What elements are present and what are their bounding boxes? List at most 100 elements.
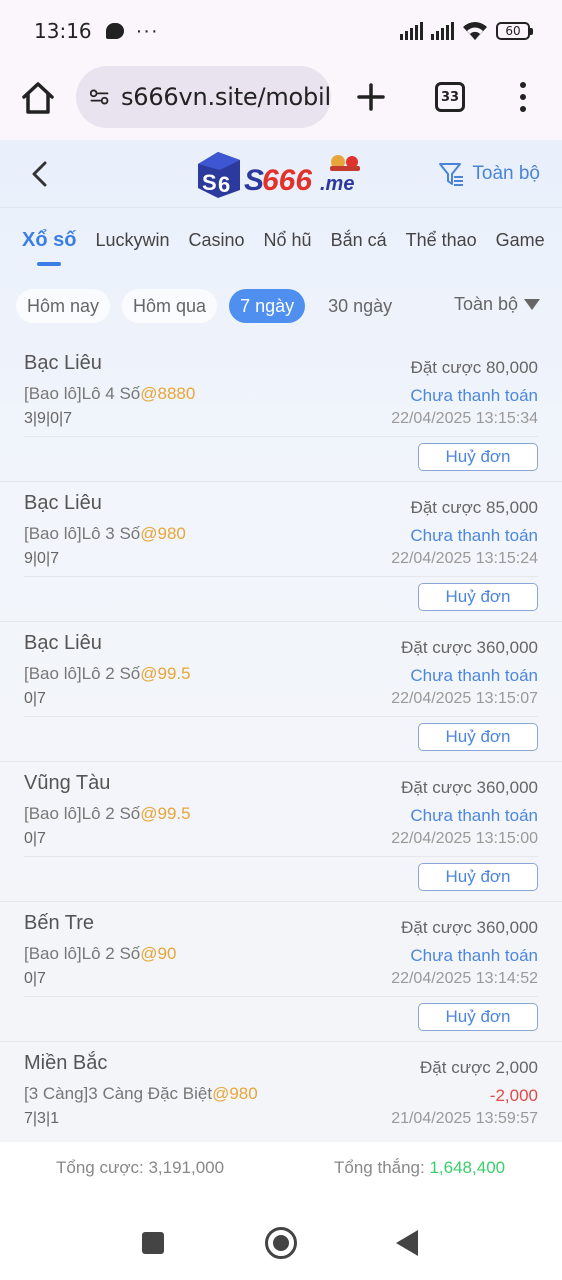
new-tab-icon[interactable] [356, 82, 386, 112]
divider [24, 576, 538, 577]
bet-numbers: 0|7 [24, 970, 46, 987]
filter-icon [439, 163, 464, 186]
bet-odds: @90 [140, 944, 177, 963]
signal-icon-2 [431, 22, 454, 40]
back-triangle-icon[interactable] [396, 1230, 418, 1256]
bet-station: Bến Tre [24, 912, 95, 934]
cancel-bet-button[interactable]: Huỷ đơn [418, 443, 538, 471]
bet-station: Bạc Liêu [24, 492, 102, 514]
bet-odds: @980 [212, 1084, 258, 1103]
bet-time: 22/04/2025 13:15:24 [391, 550, 538, 567]
bet-type: [Bao lô]Lô 3 Số@980 [24, 524, 186, 543]
bet-stake: Đặt cược 85,000 [410, 498, 538, 517]
tab-ban-ca[interactable]: Bắn cá [331, 228, 387, 251]
bet-status: Chưa thanh toán [410, 666, 538, 685]
bet-stake: Đặt cược 360,000 [401, 778, 538, 797]
svg-text:.me: .me [320, 173, 354, 195]
bet-numbers: 0|7 [24, 690, 46, 707]
bet-stake: Đặt cược 80,000 [410, 358, 538, 377]
more-notifications-icon: ··· [135, 20, 159, 42]
home-button-icon[interactable] [265, 1227, 297, 1259]
bet-station: Bạc Liêu [24, 352, 102, 374]
scope-dropdown[interactable]: Toàn bộ [454, 294, 540, 315]
bet-item: Bạc Liêu [Bao lô]Lô 4 Số@8880 3|9|0|7 Đặ… [0, 342, 562, 482]
tab-xo-so[interactable]: Xổ số [22, 227, 76, 266]
divider [24, 996, 538, 997]
bet-time: 21/04/2025 13:59:57 [391, 1110, 538, 1127]
signal-icon [400, 22, 423, 40]
status-icons: 60 [400, 21, 533, 41]
tab-the-thao[interactable]: Thể thao [406, 228, 477, 251]
bet-numbers: 0|7 [24, 830, 46, 847]
bet-item: Vũng Tàu [Bao lô]Lô 2 Số@99.5 0|7 Đặt cư… [0, 762, 562, 902]
bet-status: Chưa thanh toán [410, 386, 538, 405]
cancel-bet-button[interactable]: Huỷ đơn [418, 1003, 538, 1031]
bet-station: Vũng Tàu [24, 772, 111, 794]
divider [24, 856, 538, 857]
filter-button[interactable]: Toàn bộ [438, 162, 540, 186]
svg-text:S: S [244, 164, 264, 197]
back-arrow-icon[interactable] [28, 160, 52, 188]
tab-no-hu[interactable]: Nổ hũ [264, 228, 312, 251]
date-filter-row: Hôm nay Hôm qua 7 ngày 30 ngày Toàn bộ [0, 270, 562, 342]
date-filter-30-days[interactable]: 30 ngày [317, 289, 403, 323]
cancel-bet-button[interactable]: Huỷ đơn [418, 723, 538, 751]
tab-switcher-button[interactable]: 33 [435, 82, 465, 112]
bet-result: -2,000 [489, 1086, 538, 1105]
browser-menu-icon[interactable] [518, 82, 528, 112]
message-notification-icon [105, 23, 124, 39]
bet-numbers: 3|9|0|7 [24, 410, 73, 427]
bet-time: 22/04/2025 13:15:07 [391, 690, 538, 707]
wifi-icon [463, 22, 487, 40]
tab-luckywin[interactable]: Luckywin [95, 228, 169, 251]
home-icon[interactable] [18, 78, 58, 118]
divider [24, 716, 538, 717]
cancel-bet-button[interactable]: Huỷ đơn [418, 583, 538, 611]
site-settings-icon[interactable] [90, 86, 109, 108]
app-header: S 6 S 666 .me Toàn bộ [0, 140, 562, 208]
battery-icon: 60 [496, 22, 533, 40]
recent-apps-icon[interactable] [142, 1232, 164, 1254]
bet-status: Chưa thanh toán [410, 946, 538, 965]
filter-label: Toàn bộ [472, 163, 540, 184]
caret-down-icon [524, 299, 540, 310]
bet-list: Bạc Liêu [Bao lô]Lô 4 Số@8880 3|9|0|7 Đặ… [0, 342, 562, 1182]
system-nav-bar [0, 1194, 562, 1280]
bet-time: 22/04/2025 13:15:00 [391, 830, 538, 847]
bet-stake: Đặt cược 360,000 [401, 638, 538, 657]
bet-type: [Bao lô]Lô 2 Số@99.5 [24, 804, 191, 823]
total-win: Tổng thắng: 1,648,400 [334, 1158, 506, 1177]
bet-item: Bạc Liêu [Bao lô]Lô 2 Số@99.5 0|7 Đặt cư… [0, 622, 562, 762]
bet-numbers: 9|0|7 [24, 550, 60, 567]
svg-text:S: S [202, 170, 217, 195]
bet-item: Bạc Liêu [Bao lô]Lô 3 Số@980 9|0|7 Đặt c… [0, 482, 562, 622]
bet-odds: @8880 [140, 384, 196, 403]
bet-odds: @99.5 [140, 804, 191, 823]
url-text: s666vn.site/mobil [120, 83, 331, 111]
bet-type: [Bao lô]Lô 2 Số@99.5 [24, 664, 191, 683]
scope-dropdown-label: Toàn bộ [453, 294, 518, 314]
bet-stake: Đặt cược 360,000 [401, 918, 538, 937]
status-time: 13:16 [34, 19, 92, 43]
bet-stake: Đặt cược 2,000 [420, 1058, 538, 1077]
bet-station: Bạc Liêu [24, 632, 102, 654]
date-filter-today[interactable]: Hôm nay [16, 289, 111, 323]
tab-game[interactable]: Game [496, 228, 545, 251]
cancel-bet-button[interactable]: Huỷ đơn [418, 863, 538, 891]
bet-odds: @99.5 [140, 664, 191, 683]
address-bar[interactable]: s666vn.site/mobil [76, 66, 331, 128]
bet-type: [Bao lô]Lô 2 Số@90 [24, 944, 177, 963]
totals-bar: Tổng cược: 3,191,000 Tổng thắng: 1,648,4… [0, 1142, 562, 1194]
tab-casino[interactable]: Casino [188, 228, 244, 251]
svg-text:666: 666 [262, 164, 312, 197]
divider [24, 436, 538, 437]
category-tabs: Xổ số Luckywin Casino Nổ hũ Bắn cá Thể t… [0, 208, 562, 270]
bet-status: Chưa thanh toán [410, 526, 538, 545]
date-filter-yesterday[interactable]: Hôm qua [122, 289, 218, 323]
bet-numbers: 7|3|1 [24, 1110, 60, 1127]
bet-odds: @980 [140, 524, 186, 543]
total-win-amount: 1,648,400 [429, 1158, 506, 1177]
date-filter-7-days[interactable]: 7 ngày [229, 289, 306, 323]
bet-type: [3 Càng]3 Càng Đặc Biệt@980 [24, 1084, 258, 1103]
bet-station: Miền Bắc [24, 1052, 108, 1074]
